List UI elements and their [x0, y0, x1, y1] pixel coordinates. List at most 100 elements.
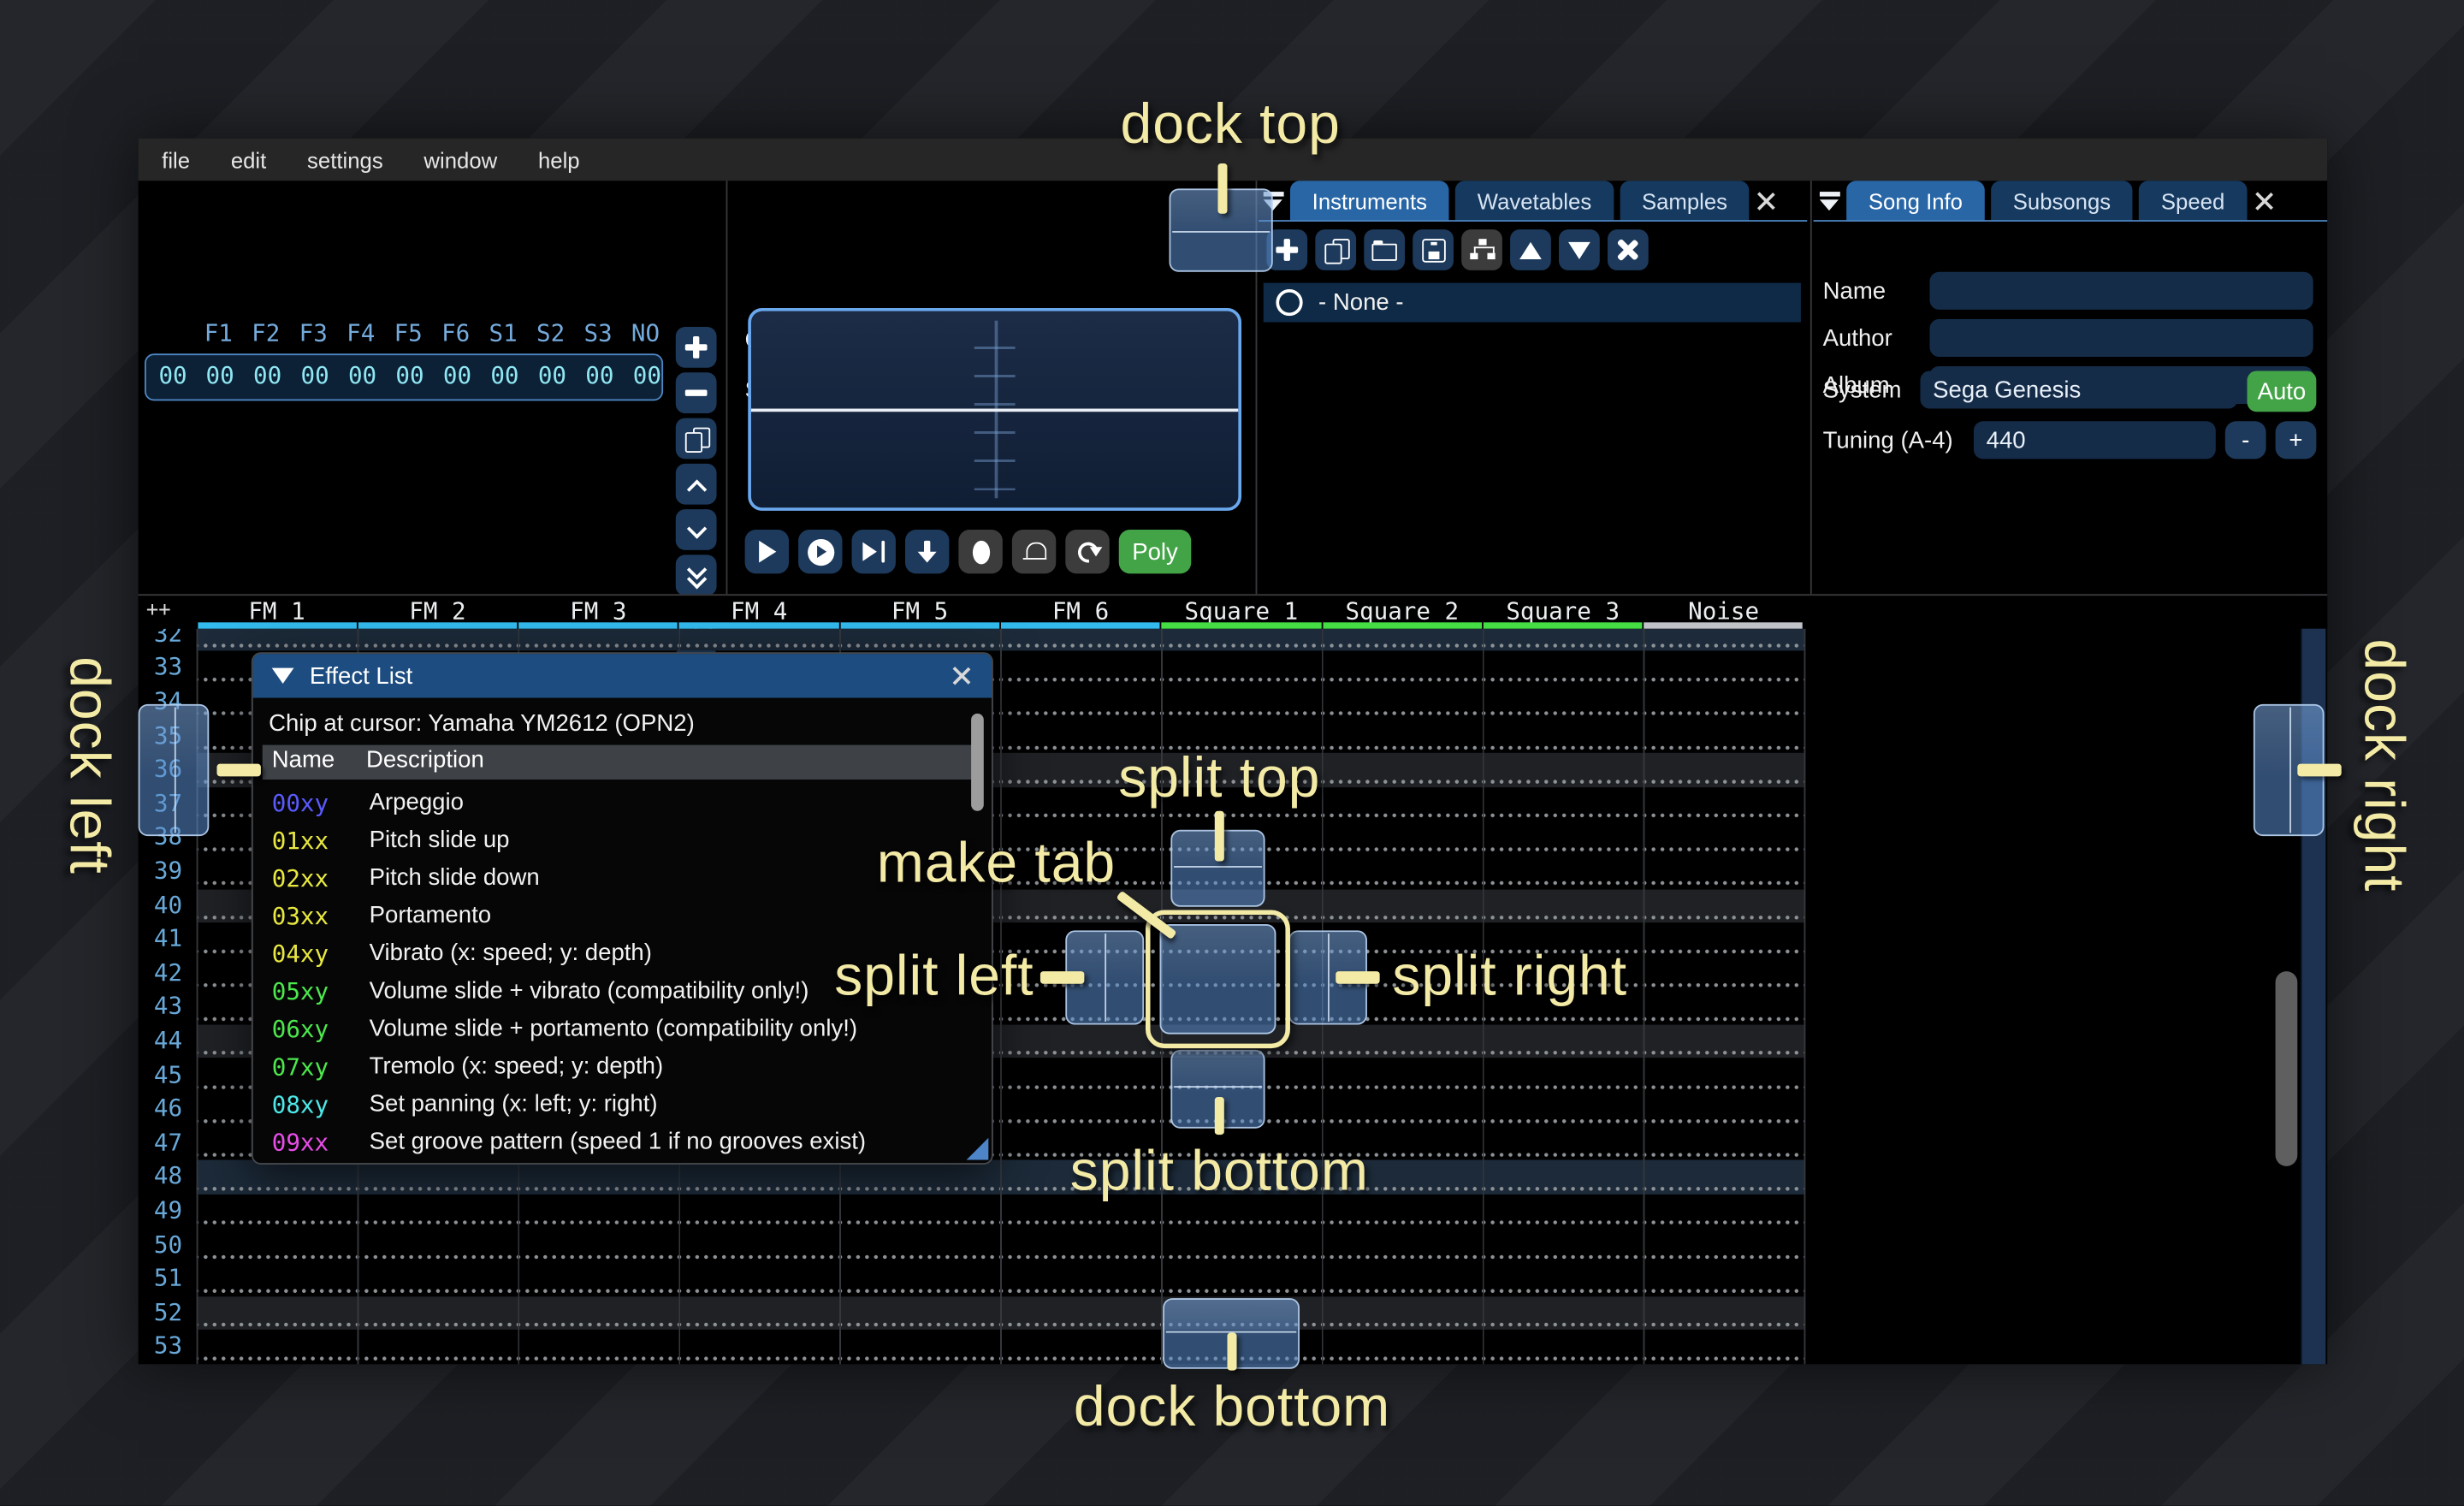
- tuning-label: Tuning (A-4): [1823, 428, 1953, 454]
- pattern-cells[interactable]: [197, 1160, 1804, 1195]
- stop-button[interactable]: [958, 530, 1002, 573]
- poly-button[interactable]: Poly: [1119, 530, 1191, 573]
- effect-row[interactable]: 02xxPitch slide down: [263, 862, 973, 899]
- channel-header-square-3[interactable]: Square 3: [1483, 597, 1644, 626]
- duplicate-order[interactable]: [676, 418, 717, 460]
- channel-header-fm-2[interactable]: FM 2: [357, 597, 518, 626]
- name-input[interactable]: [1930, 272, 2313, 310]
- order-value[interactable]: 00: [244, 361, 291, 389]
- effect-row[interactable]: 00xyArpeggio: [263, 786, 973, 823]
- dock-preview-line: [1105, 934, 1106, 1022]
- tab-underline: [1259, 220, 1807, 222]
- channel-header-fm-1[interactable]: FM 1: [197, 597, 358, 626]
- instruments-tab-instruments[interactable]: Instruments: [1290, 181, 1449, 222]
- close-icon[interactable]: [1756, 190, 1778, 212]
- order-value[interactable]: 00: [339, 361, 386, 389]
- author-input[interactable]: [1930, 319, 2313, 357]
- pattern-scrollbar-thumb[interactable]: [2276, 971, 2298, 1166]
- open-instrument[interactable]: [1364, 229, 1405, 270]
- order-value[interactable]: 00: [624, 361, 671, 389]
- order-value[interactable]: 00: [292, 361, 339, 389]
- auto-system-button[interactable]: Auto: [2248, 371, 2317, 412]
- pattern-expand-button[interactable]: ++: [146, 599, 171, 623]
- song-tab-subsongs[interactable]: Subsongs: [1991, 181, 2133, 222]
- effect-list-column-header[interactable]: Name Description: [263, 745, 973, 780]
- instruments-tab-wavetables[interactable]: Wavetables: [1455, 181, 1614, 222]
- order-value[interactable]: 00: [386, 361, 433, 389]
- pattern-cells[interactable]: [197, 1262, 1804, 1296]
- effect-row[interactable]: 08xySet panning (x: left; y: right): [263, 1088, 973, 1125]
- menu-window[interactable]: window: [424, 147, 497, 172]
- pattern-cells[interactable]: [197, 1195, 1804, 1229]
- move-order-down[interactable]: [676, 509, 717, 550]
- system-input[interactable]: Sega Genesis: [1920, 371, 2237, 408]
- channel-header-noise[interactable]: Noise: [1644, 597, 1804, 626]
- move-instrument-down[interactable]: [1559, 229, 1600, 270]
- play-from-cursor-button[interactable]: [852, 530, 896, 573]
- channel-header-square-1[interactable]: Square 1: [1161, 597, 1322, 626]
- pattern-cells[interactable]: [197, 1330, 1804, 1364]
- channel-header-fm-4[interactable]: FM 4: [678, 597, 839, 626]
- channel-header-fm-5[interactable]: FM 5: [839, 597, 1000, 626]
- order-value[interactable]: 00: [481, 361, 528, 389]
- effect-list-scrollbar-thumb[interactable]: [971, 714, 984, 811]
- song-tab-song-info[interactable]: Song Info: [1846, 181, 1985, 222]
- order-value[interactable]: 00: [529, 361, 576, 389]
- channel-header-fm-3[interactable]: FM 3: [518, 597, 678, 626]
- order-value[interactable]: 00: [576, 361, 623, 389]
- menu-help[interactable]: help: [538, 147, 580, 172]
- repeat-pattern-button[interactable]: [1065, 530, 1109, 573]
- effect-row[interactable]: 07xyTremolo (x: speed; y: depth): [263, 1050, 973, 1088]
- effect-description: Pitch slide up: [370, 827, 510, 853]
- close-icon[interactable]: [2253, 190, 2275, 212]
- pattern-cells[interactable]: [197, 1296, 1804, 1331]
- remove-order[interactable]: [676, 372, 717, 413]
- save-instrument[interactable]: [1413, 229, 1454, 270]
- order-value[interactable]: 00: [197, 361, 244, 389]
- delete-instrument[interactable]: [1608, 229, 1649, 270]
- pattern-cells[interactable]: [197, 1228, 1804, 1262]
- play-pattern-button[interactable]: [798, 530, 842, 573]
- channel-header-square-2[interactable]: Square 2: [1322, 597, 1483, 626]
- menu-file[interactable]: file: [162, 147, 190, 172]
- instrument-list-item[interactable]: - None -: [1264, 283, 1801, 323]
- instruments-tab-samples[interactable]: Samples: [1620, 181, 1749, 222]
- effect-description: Arpeggio: [370, 789, 464, 815]
- move-order-up[interactable]: [676, 464, 717, 505]
- instrument-type[interactable]: [1461, 229, 1502, 270]
- effect-row[interactable]: 01xxPitch slide up: [263, 823, 973, 861]
- menu-settings[interactable]: settings: [307, 147, 383, 172]
- step-one-row-button[interactable]: [905, 530, 949, 573]
- close-icon[interactable]: [951, 665, 973, 687]
- play-button[interactable]: [745, 530, 789, 573]
- tuning-plus-button[interactable]: +: [2276, 421, 2317, 459]
- tuning-input[interactable]: 440: [1974, 421, 2216, 459]
- arrow-down-icon: [917, 540, 938, 564]
- move-instrument-up[interactable]: [1510, 229, 1551, 270]
- order-row[interactable]: 0000000000000000000000: [145, 353, 663, 400]
- instrument-type-icon: [1276, 289, 1302, 316]
- menu-edit[interactable]: edit: [231, 147, 266, 172]
- pattern-cells[interactable]: [197, 629, 1804, 651]
- effect-row[interactable]: 03xxPortamento: [263, 899, 973, 937]
- tuning-minus-button[interactable]: -: [2225, 421, 2266, 459]
- tab-list-icon[interactable]: [1820, 191, 1840, 211]
- annotation-connector: [2297, 764, 2341, 777]
- effect-row[interactable]: 09xxSet groove pattern (speed 1 if no gr…: [263, 1125, 973, 1163]
- metronome-button[interactable]: [1012, 530, 1056, 573]
- annotation-dock-left: dock left: [56, 656, 122, 875]
- collapse-icon[interactable]: [272, 668, 294, 684]
- tri-down-icon: [1568, 241, 1590, 258]
- add-order[interactable]: [676, 327, 717, 368]
- duplicate-order-end[interactable]: [676, 554, 717, 596]
- effect-description: Set groove pattern (speed 1 if no groove…: [370, 1129, 866, 1155]
- effect-list-titlebar[interactable]: Effect List: [253, 654, 992, 697]
- effect-row[interactable]: 06xyVolume slide + portamento (compatibi…: [263, 1012, 973, 1050]
- name-label: Name: [1823, 278, 1886, 305]
- resize-grip[interactable]: [967, 1138, 989, 1160]
- dock-left-target[interactable]: [139, 704, 210, 836]
- order-value[interactable]: 00: [434, 361, 481, 389]
- song-tab-speed[interactable]: Speed: [2139, 181, 2247, 222]
- duplicate-instrument[interactable]: [1315, 229, 1356, 270]
- channel-header-fm-6[interactable]: FM 6: [1000, 597, 1161, 626]
